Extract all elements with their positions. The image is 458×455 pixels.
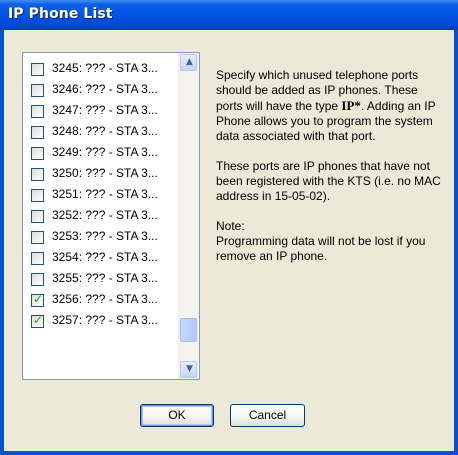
scroll-down-button[interactable]: ▼: [180, 361, 197, 378]
item-checkbox[interactable]: [31, 84, 44, 97]
ip-phone-list-dialog: IP Phone List 3245: ??? - STA 3... 3246: …: [0, 0, 458, 455]
note-label: Note:: [216, 219, 245, 233]
item-checkbox[interactable]: [31, 168, 44, 181]
phone-port-list[interactable]: 3245: ??? - STA 3... 3246: ??? - STA 3...…: [22, 52, 200, 380]
list-item[interactable]: 3247: ??? - STA 3...: [23, 101, 178, 121]
title-bar[interactable]: IP Phone List: [0, 0, 458, 30]
item-checkbox[interactable]: [31, 273, 44, 286]
item-checkbox[interactable]: [31, 210, 44, 223]
list-item[interactable]: 3252: ??? - STA 3...: [23, 206, 178, 226]
list-item[interactable]: ✓ 3257: ??? - STA 3...: [23, 311, 178, 331]
instructions-paragraph-1: Specify which unused telephone ports sho…: [216, 68, 442, 144]
item-checkbox[interactable]: [31, 252, 44, 265]
ip-type-label: IP*: [341, 98, 361, 113]
list-item[interactable]: 3248: ??? - STA 3...: [23, 122, 178, 142]
chevron-up-icon: ▲: [186, 57, 193, 67]
window-title: IP Phone List: [8, 6, 113, 22]
list-item[interactable]: 3251: ??? - STA 3...: [23, 185, 178, 205]
item-label: 3249: ??? - STA 3...: [52, 145, 158, 159]
item-label: 3246: ??? - STA 3...: [52, 82, 158, 96]
item-checkbox[interactable]: [31, 189, 44, 202]
item-checkbox[interactable]: [31, 63, 44, 76]
item-checkbox[interactable]: [31, 147, 44, 160]
item-checkbox[interactable]: [31, 105, 44, 118]
instructions-paragraph-2: These ports are IP phones that have not …: [216, 159, 441, 203]
chevron-down-icon: ▼: [186, 364, 193, 374]
item-label: 3257: ??? - STA 3...: [52, 313, 158, 327]
item-label: 3256: ??? - STA 3...: [52, 292, 158, 306]
list-scrollbar[interactable]: ▲ ▼: [178, 53, 199, 379]
list-item[interactable]: 3253: ??? - STA 3...: [23, 227, 178, 247]
item-label: 3251: ??? - STA 3...: [52, 187, 158, 201]
dialog-body: 3245: ??? - STA 3... 3246: ??? - STA 3...…: [4, 30, 454, 451]
cancel-button[interactable]: Cancel: [230, 404, 305, 427]
item-label: 3253: ??? - STA 3...: [52, 229, 158, 243]
list-item[interactable]: ✓ 3256: ??? - STA 3...: [23, 290, 178, 310]
item-label: 3252: ??? - STA 3...: [52, 208, 158, 222]
list-item[interactable]: 3245: ??? - STA 3...: [23, 59, 178, 79]
checkmark-icon: ✓: [33, 292, 44, 306]
list-item[interactable]: 3249: ??? - STA 3...: [23, 143, 178, 163]
scrollbar-thumb[interactable]: [180, 318, 197, 342]
item-label: 3254: ??? - STA 3...: [52, 250, 158, 264]
item-checkbox[interactable]: [31, 231, 44, 244]
list-item[interactable]: 3246: ??? - STA 3...: [23, 80, 178, 100]
item-label: 3248: ??? - STA 3...: [52, 124, 158, 138]
item-checkbox[interactable]: ✓: [31, 292, 44, 307]
item-label: 3245: ??? - STA 3...: [52, 61, 158, 75]
list-item[interactable]: 3250: ??? - STA 3...: [23, 164, 178, 184]
item-checkbox[interactable]: ✓: [31, 313, 44, 328]
list-item[interactable]: 3255: ??? - STA 3...: [23, 269, 178, 289]
item-label: 3255: ??? - STA 3...: [52, 271, 158, 285]
instructions-text: Specify which unused telephone ports sho…: [216, 68, 442, 264]
item-checkbox[interactable]: [31, 126, 44, 139]
scroll-up-button[interactable]: ▲: [180, 54, 197, 71]
checkmark-icon: ✓: [33, 313, 44, 327]
list-item[interactable]: 3254: ??? - STA 3...: [23, 248, 178, 268]
note-text: Programming data will not be lost if you…: [216, 234, 426, 263]
item-label: 3250: ??? - STA 3...: [52, 166, 158, 180]
ok-button[interactable]: OK: [140, 404, 214, 427]
item-label: 3247: ??? - STA 3...: [52, 103, 158, 117]
